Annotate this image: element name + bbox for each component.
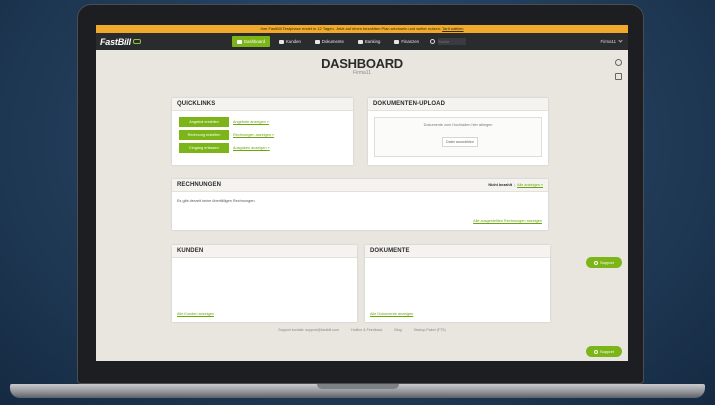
- footer-link-hotline[interactable]: Hotline & Feedback: [351, 328, 382, 332]
- app-screen: Ihre FastBill Testphase endet in 12 Tage…: [96, 25, 628, 361]
- sidebar-toggle-icon[interactable]: [615, 73, 622, 80]
- card-title: KUNDEN: [177, 248, 204, 254]
- banking-icon: [357, 39, 363, 44]
- nav-item-label: Dashboard: [244, 39, 266, 44]
- nav-item-banking[interactable]: Banking: [353, 36, 386, 47]
- support-label: Support: [599, 349, 614, 354]
- create-offer-button[interactable]: Angebot erstellen: [179, 117, 229, 127]
- create-invoice-button[interactable]: Rechnung erstellen: [179, 130, 229, 140]
- user-name: Firma11: [600, 39, 616, 44]
- empty-invoices-text: Es gibt derzeit keine überfälligen Rechn…: [177, 199, 256, 203]
- document-upload-card: DOKUMENTEN-UPLOAD Dokumente zum Hochlade…: [368, 98, 548, 165]
- trial-banner-text: Ihre FastBill Testphase endet in 12 Tage…: [260, 26, 442, 31]
- card-title: RECHNUNGEN: [177, 182, 222, 188]
- nav-item-label: Dokumente: [321, 39, 344, 44]
- finance-icon: [394, 39, 400, 44]
- nav-item-label: Banking: [364, 39, 381, 44]
- nav-item-label: Kunden: [286, 39, 301, 44]
- card-header: RECHNUNGEN Nicht bezahlt | Alle anzeigen…: [172, 179, 548, 192]
- footer: Support kontakt: support@fastbill.com Ho…: [96, 328, 628, 332]
- footer-link-support[interactable]: Support kontakt: support@fastbill.com: [278, 328, 339, 332]
- documents-card: DOKUMENTE Alle Dokumente anzeigen: [365, 245, 550, 322]
- card-title: QUICKLINKS: [177, 101, 216, 107]
- card-header: DOKUMENTEN-UPLOAD: [368, 98, 548, 111]
- search-icon[interactable]: [430, 39, 436, 44]
- support-button[interactable]: Support: [586, 257, 622, 268]
- nav-item-kunden[interactable]: Kunden: [274, 36, 306, 47]
- footer-link-startup[interactable]: Startup-Paket (FTS): [414, 328, 446, 332]
- dropzone-text: Dokumente zum Hochladen hier ablegen: [423, 123, 493, 127]
- nav-search: [430, 38, 467, 45]
- documents-icon: [314, 39, 320, 44]
- customers-card: KUNDEN Alle Kunden anzeigen: [172, 245, 357, 322]
- top-navigation: FastBill Dashboard Kunden Dokumente Bank…: [96, 33, 628, 50]
- card-title: DOKUMENTEN-UPLOAD: [373, 101, 446, 107]
- upload-dropzone[interactable]: Dokumente zum Hochladen hier ablegen Dat…: [374, 117, 542, 157]
- help-icon: [593, 349, 598, 354]
- logo-mark-icon: [132, 39, 141, 44]
- card-header: DOKUMENTE: [365, 245, 550, 258]
- record-expense-button[interactable]: Eingang erfassen: [179, 143, 229, 153]
- card-header: KUNDEN: [172, 245, 357, 258]
- choose-file-button[interactable]: Datei auswählen: [442, 137, 478, 147]
- all-documents-link[interactable]: Alle Dokumente anzeigen: [370, 312, 413, 316]
- nav-item-label: Finanzen: [401, 39, 420, 44]
- customers-icon: [279, 39, 285, 44]
- quicklink-row: Eingang erfassen Ausgaben anzeigen »: [179, 143, 353, 153]
- laptop-notch: [317, 384, 399, 389]
- quicklink-row: Rechnung erstellen Rechnungen anzeigen »: [179, 130, 353, 140]
- nav-item-finanzen[interactable]: Finanzen: [389, 36, 424, 47]
- logo-text: FastBill: [100, 36, 131, 47]
- invoices-link[interactable]: Rechnungen anzeigen »: [233, 133, 274, 137]
- support-button-bottom[interactable]: Support: [586, 346, 622, 357]
- chevron-down-icon: [618, 38, 623, 43]
- expenses-link[interactable]: Ausgaben anzeigen »: [233, 146, 270, 150]
- support-label: Support: [599, 260, 614, 265]
- settings-icon[interactable]: [615, 59, 622, 66]
- invoices-card: RECHNUNGEN Nicht bezahlt | Alle anzeigen…: [172, 179, 548, 230]
- help-icon: [593, 260, 598, 265]
- logo[interactable]: FastBill: [100, 37, 141, 47]
- card-header: QUICKLINKS: [172, 98, 353, 111]
- all-invoices-link[interactable]: Alle ausgestellten Rechnungen anzeigen: [473, 219, 542, 223]
- quicklinks-card: QUICKLINKS Angebot erstellen Angebote an…: [172, 98, 353, 165]
- trial-banner-link[interactable]: Tarif wählen: [442, 26, 463, 31]
- page-subtitle: Firma11: [353, 70, 371, 76]
- trial-banner: Ihre FastBill Testphase endet in 12 Tage…: [96, 25, 628, 33]
- nav-item-dashboard[interactable]: Dashboard: [232, 36, 271, 47]
- search-input[interactable]: [438, 38, 467, 45]
- page-title: DASHBOARD: [321, 56, 403, 71]
- invoice-filter: Nicht bezahlt | Alle anzeigen »: [488, 183, 543, 187]
- main-content: DASHBOARD Firma11 QUICKLINKS Angebot ers…: [96, 50, 628, 361]
- nav-item-dokumente[interactable]: Dokumente: [310, 36, 349, 47]
- nav-items: Dashboard Kunden Dokumente Banking Finan…: [232, 35, 467, 48]
- all-customers-link[interactable]: Alle Kunden anzeigen: [177, 312, 214, 316]
- user-menu[interactable]: Firma11: [600, 33, 623, 50]
- filter-separator: |: [514, 183, 516, 187]
- footer-link-blog[interactable]: Blog: [394, 328, 401, 332]
- card-title: DOKUMENTE: [370, 248, 410, 254]
- quicklink-row: Angebot erstellen Angebote anzeigen »: [179, 117, 353, 127]
- filter-active[interactable]: Nicht bezahlt: [488, 183, 512, 187]
- filter-all-link[interactable]: Alle anzeigen »: [517, 183, 543, 187]
- home-icon: [237, 39, 242, 44]
- offers-link[interactable]: Angebote anzeigen »: [233, 120, 269, 124]
